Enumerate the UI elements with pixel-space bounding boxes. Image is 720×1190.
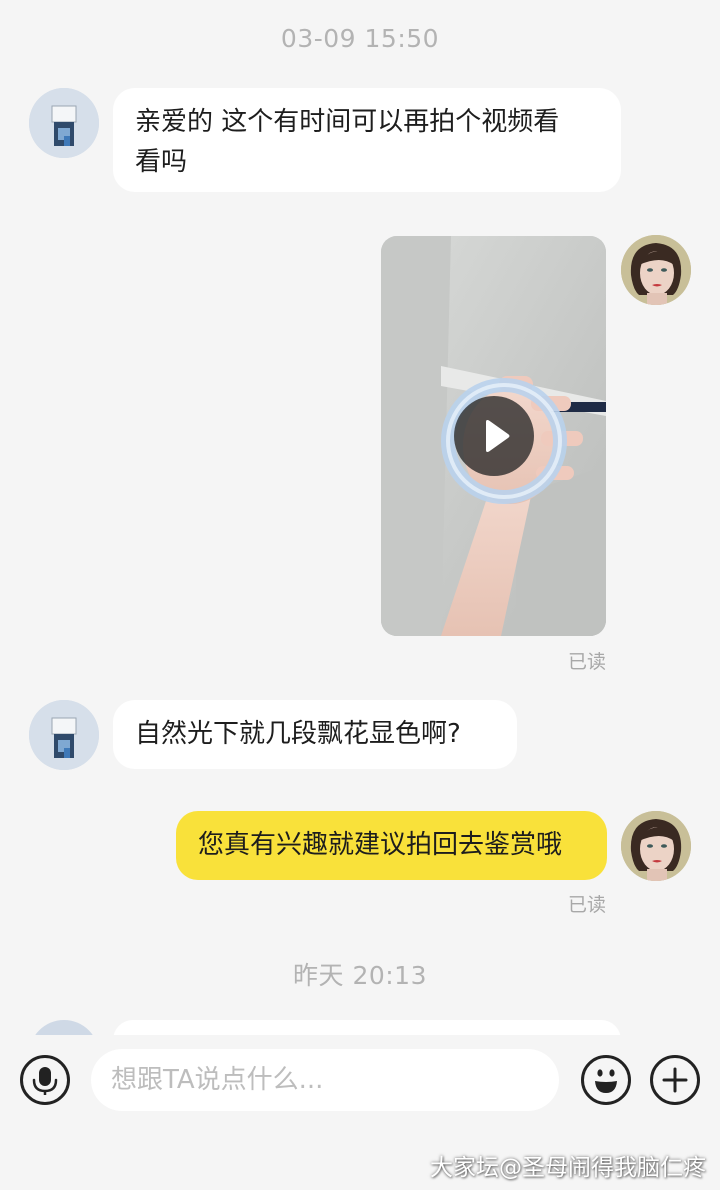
read-status: 已读 (568, 651, 607, 673)
voice-button[interactable] (20, 1055, 70, 1105)
message-bubble[interactable]: 您真有兴趣就建议拍回去鉴赏哦 (176, 811, 607, 880)
contact-avatar[interactable] (29, 700, 99, 770)
play-button[interactable] (454, 396, 534, 476)
video-message[interactable] (381, 236, 606, 636)
play-icon (486, 420, 510, 452)
read-status: 已读 (568, 894, 607, 916)
message-text-line: 看吗 (135, 147, 188, 177)
avatar-image (29, 88, 99, 158)
avatar-image (29, 700, 99, 770)
message-bubble[interactable]: 自然光下就几段飘花显色啊? (113, 700, 517, 769)
emoji-icon (595, 1069, 617, 1093)
my-avatar[interactable] (621, 811, 691, 881)
chat-screen: 03-09 15:50 亲爱的 这个有时间可以再拍个视频看 看吗 已读 自然光下… (0, 0, 720, 1190)
emoji-button[interactable] (581, 1055, 631, 1105)
contact-avatar[interactable] (29, 88, 99, 158)
message-input[interactable]: 想跟TA说点什么... (91, 1049, 559, 1111)
message-bubble[interactable]: 亲爱的 这个有时间可以再拍个视频看 看吗 (113, 88, 621, 192)
message-text-line: 亲爱的 这个有时间可以再拍个视频看 (135, 107, 560, 137)
more-button[interactable] (650, 1055, 700, 1105)
timestamp: 昨天 20:13 (293, 961, 427, 990)
timestamp: 03-09 15:50 (280, 24, 440, 53)
my-avatar[interactable] (621, 235, 691, 305)
message-text: 您真有兴趣就建议拍回去鉴赏哦 (198, 830, 563, 860)
message-text: 自然光下就几段飘花显色啊? (135, 719, 461, 749)
microphone-icon (32, 1067, 58, 1095)
avatar-image (621, 811, 691, 881)
plus-icon (662, 1067, 688, 1093)
avatar-image (621, 235, 691, 305)
watermark: 大家坛@圣母闹得我脑仁疼 (430, 1155, 706, 1181)
